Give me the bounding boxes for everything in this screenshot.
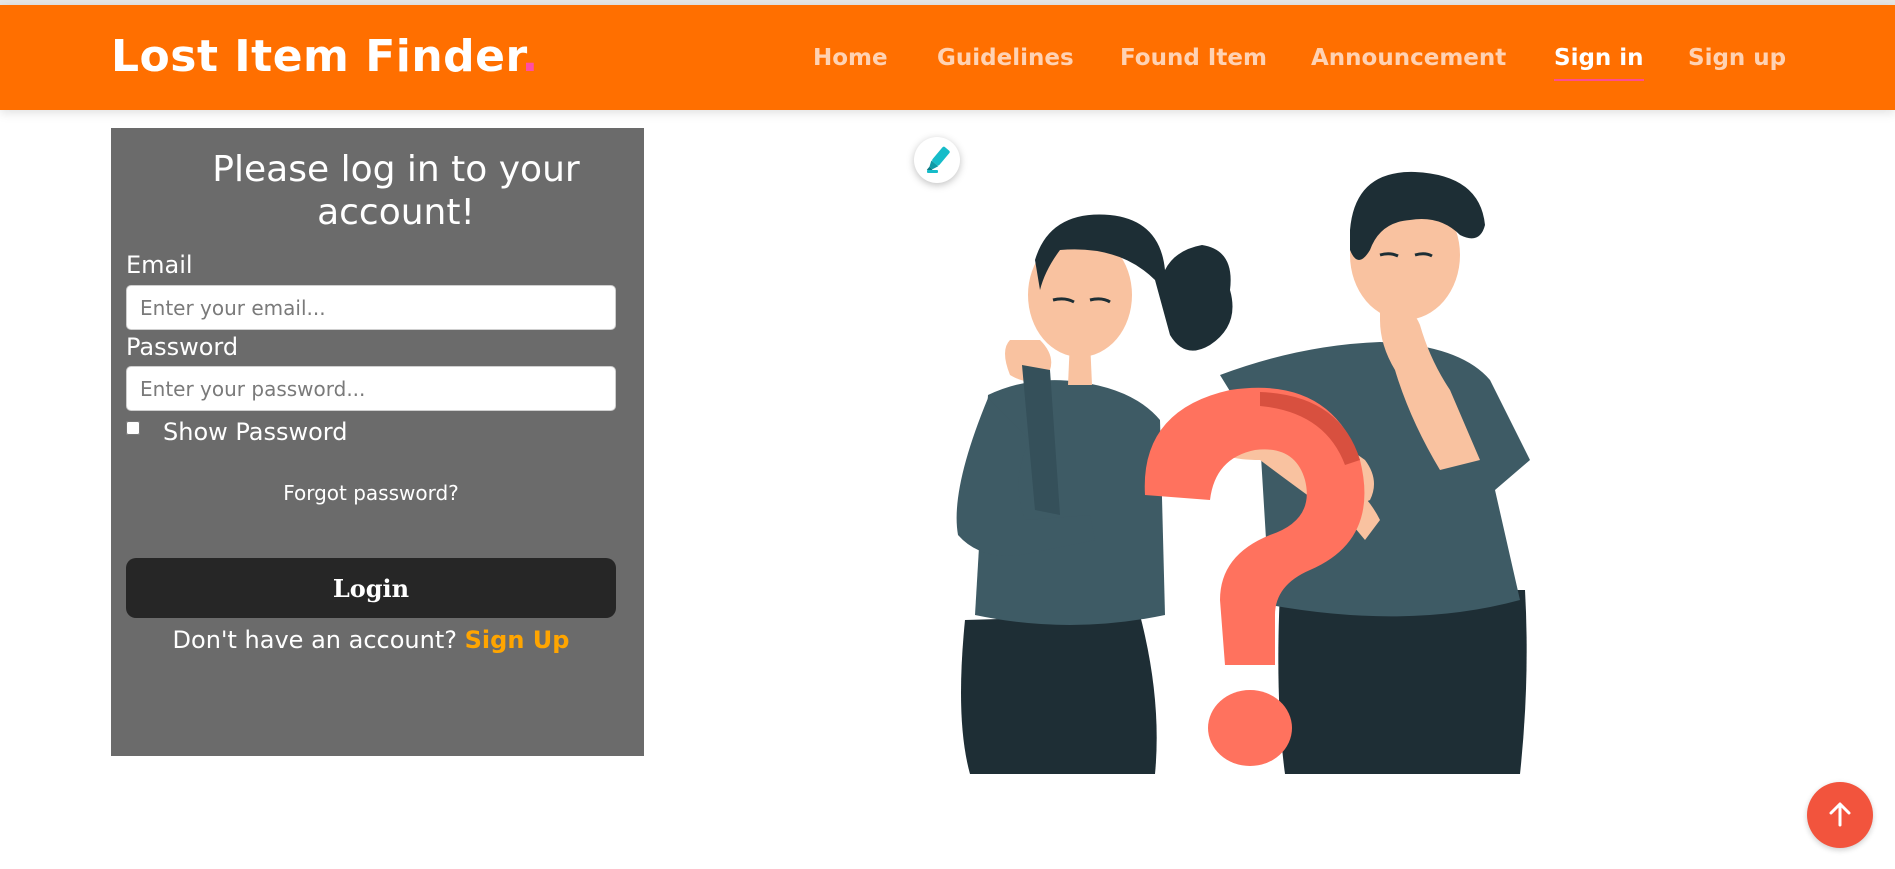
brand-dot: . <box>521 31 539 82</box>
show-password-label[interactable]: Show Password <box>163 418 348 446</box>
nav-home[interactable]: Home <box>813 45 888 71</box>
nav-guidelines[interactable]: Guidelines <box>937 45 1074 71</box>
email-label: Email <box>126 251 193 279</box>
signup-prompt-text: Don't have an account? <box>172 626 457 654</box>
login-title: Please log in to your account! <box>212 149 580 233</box>
nav-sign-in[interactable]: Sign in <box>1554 45 1644 81</box>
nav-announcement[interactable]: Announcement <box>1311 45 1506 71</box>
signup-prompt: Don't have an account? Sign Up <box>111 626 631 654</box>
confused-people-illustration <box>956 171 1530 774</box>
email-field[interactable] <box>126 285 616 330</box>
scroll-to-top-button[interactable] <box>1807 782 1873 848</box>
nav-sign-up[interactable]: Sign up <box>1688 45 1786 71</box>
site-header: Lost Item Finder. Home Guidelines Found … <box>0 5 1895 110</box>
password-field[interactable] <box>126 366 616 411</box>
login-button[interactable]: Login <box>126 558 616 618</box>
brand-text: Lost Item Finder <box>111 31 522 82</box>
arrow-up-icon <box>1829 802 1851 827</box>
nav-found-item[interactable]: Found Item <box>1120 45 1267 71</box>
forgot-password-link[interactable]: Forgot password? <box>111 481 631 505</box>
show-password-checkbox[interactable] <box>126 421 140 435</box>
signup-link[interactable]: Sign Up <box>465 626 570 654</box>
brand-logo[interactable]: Lost Item Finder. <box>111 31 539 82</box>
login-panel: Please log in to your account! Email Pas… <box>111 128 644 756</box>
password-label: Password <box>126 333 239 361</box>
